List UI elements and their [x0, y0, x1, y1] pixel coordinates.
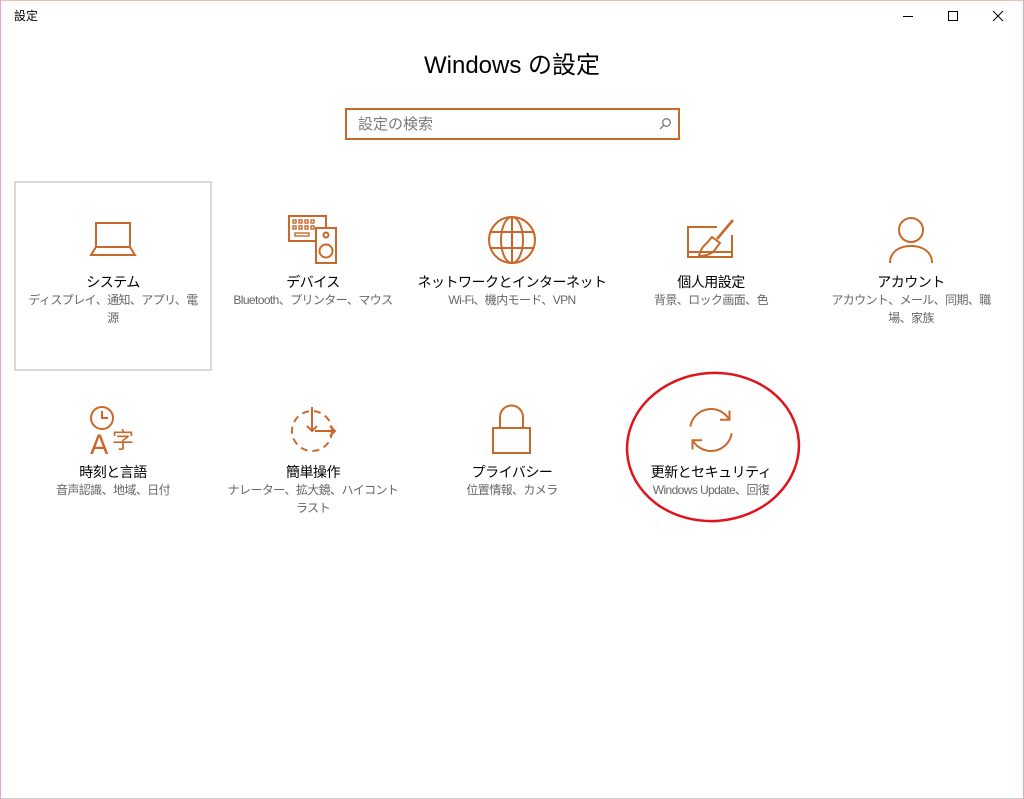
- settings-tile-devices[interactable]: デバイス Bluetooth、プリンター、マウス: [214, 181, 412, 371]
- tile-label: 簡単操作: [286, 464, 341, 480]
- person-icon: [889, 217, 933, 264]
- tile-label: 個人用設定: [677, 274, 745, 290]
- page-title: Windows の設定: [423, 52, 601, 79]
- tile-description: 背景、ロック画面、色: [653, 293, 769, 307]
- tile-label: プライバシー: [471, 464, 553, 480]
- minimize-button[interactable]: [885, 1, 931, 31]
- devices-icon: [288, 215, 337, 264]
- close-icon: [992, 10, 1004, 22]
- search-input[interactable]: [347, 110, 678, 138]
- settings-tile-personalization[interactable]: 個人用設定 背景、ロック画面、色: [612, 181, 810, 371]
- tile-label: 更新とセキュリティ: [650, 464, 772, 480]
- tile-description: 音声認識、地域、日付: [55, 483, 171, 497]
- tile-description: 位置情報、カメラ: [466, 483, 558, 497]
- settings-tile-accounts[interactable]: アカウント アカウント、メール、同期、職場、家族: [812, 181, 1010, 371]
- maximize-button[interactable]: [930, 1, 976, 31]
- icon-letter-kanji: 字: [112, 429, 134, 454]
- tile-label: アカウント: [877, 274, 945, 290]
- personalization-icon: [687, 219, 734, 258]
- tile-description: アカウント、メール、同期、職場、家族: [831, 293, 991, 325]
- lock-icon: [492, 404, 531, 454]
- settings-tile-update-security[interactable]: 更新とセキュリティ Windows Update、回復: [612, 371, 810, 561]
- ease-of-access-icon: [291, 407, 337, 452]
- globe-icon: [488, 216, 536, 264]
- tile-description: ディスプレイ、通知、アプリ、電源: [28, 293, 198, 325]
- tile-label: システム: [86, 274, 140, 290]
- settings-tile-time-language[interactable]: A 字 時刻と言語 音声認識、地域、日付: [14, 371, 212, 561]
- tile-description: Windows Update、回復: [652, 483, 770, 497]
- tile-description: Wi-Fi、機内モード、VPN: [448, 293, 576, 307]
- icon-letter-latin: A: [90, 430, 109, 461]
- window-title: 設定: [14, 9, 39, 23]
- time-language-icon: A 字: [90, 406, 134, 461]
- tile-description: Bluetooth、プリンター、マウス: [233, 293, 393, 307]
- settings-tile-ease-of-access[interactable]: 簡単操作 ナレーター、拡大鏡、ハイコントラスト: [214, 371, 412, 561]
- maximize-icon: [948, 11, 958, 21]
- tile-label: ネットワークとインターネット: [417, 274, 608, 290]
- settings-tile-system[interactable]: システム ディスプレイ、通知、アプリ、電源: [14, 181, 212, 371]
- laptop-icon: [89, 222, 137, 256]
- search-icon[interactable]: [659, 118, 671, 130]
- settings-window: 設定 Windows の設定 システム ディスプレイ、通知、アプリ、電源: [0, 0, 1024, 799]
- search-box[interactable]: [345, 108, 680, 140]
- close-button[interactable]: [975, 1, 1021, 31]
- tile-label: デバイス: [286, 274, 340, 290]
- tile-description: ナレーター、拡大鏡、ハイコントラスト: [227, 483, 399, 515]
- sync-icon: [689, 408, 733, 452]
- title-bar[interactable]: 設定: [0, 0, 1024, 32]
- tile-label: 時刻と言語: [79, 464, 147, 480]
- settings-tile-network[interactable]: ネットワークとインターネット Wi-Fi、機内モード、VPN: [413, 181, 611, 371]
- minimize-icon: [903, 16, 913, 17]
- settings-tile-privacy[interactable]: プライバシー 位置情報、カメラ: [413, 371, 611, 561]
